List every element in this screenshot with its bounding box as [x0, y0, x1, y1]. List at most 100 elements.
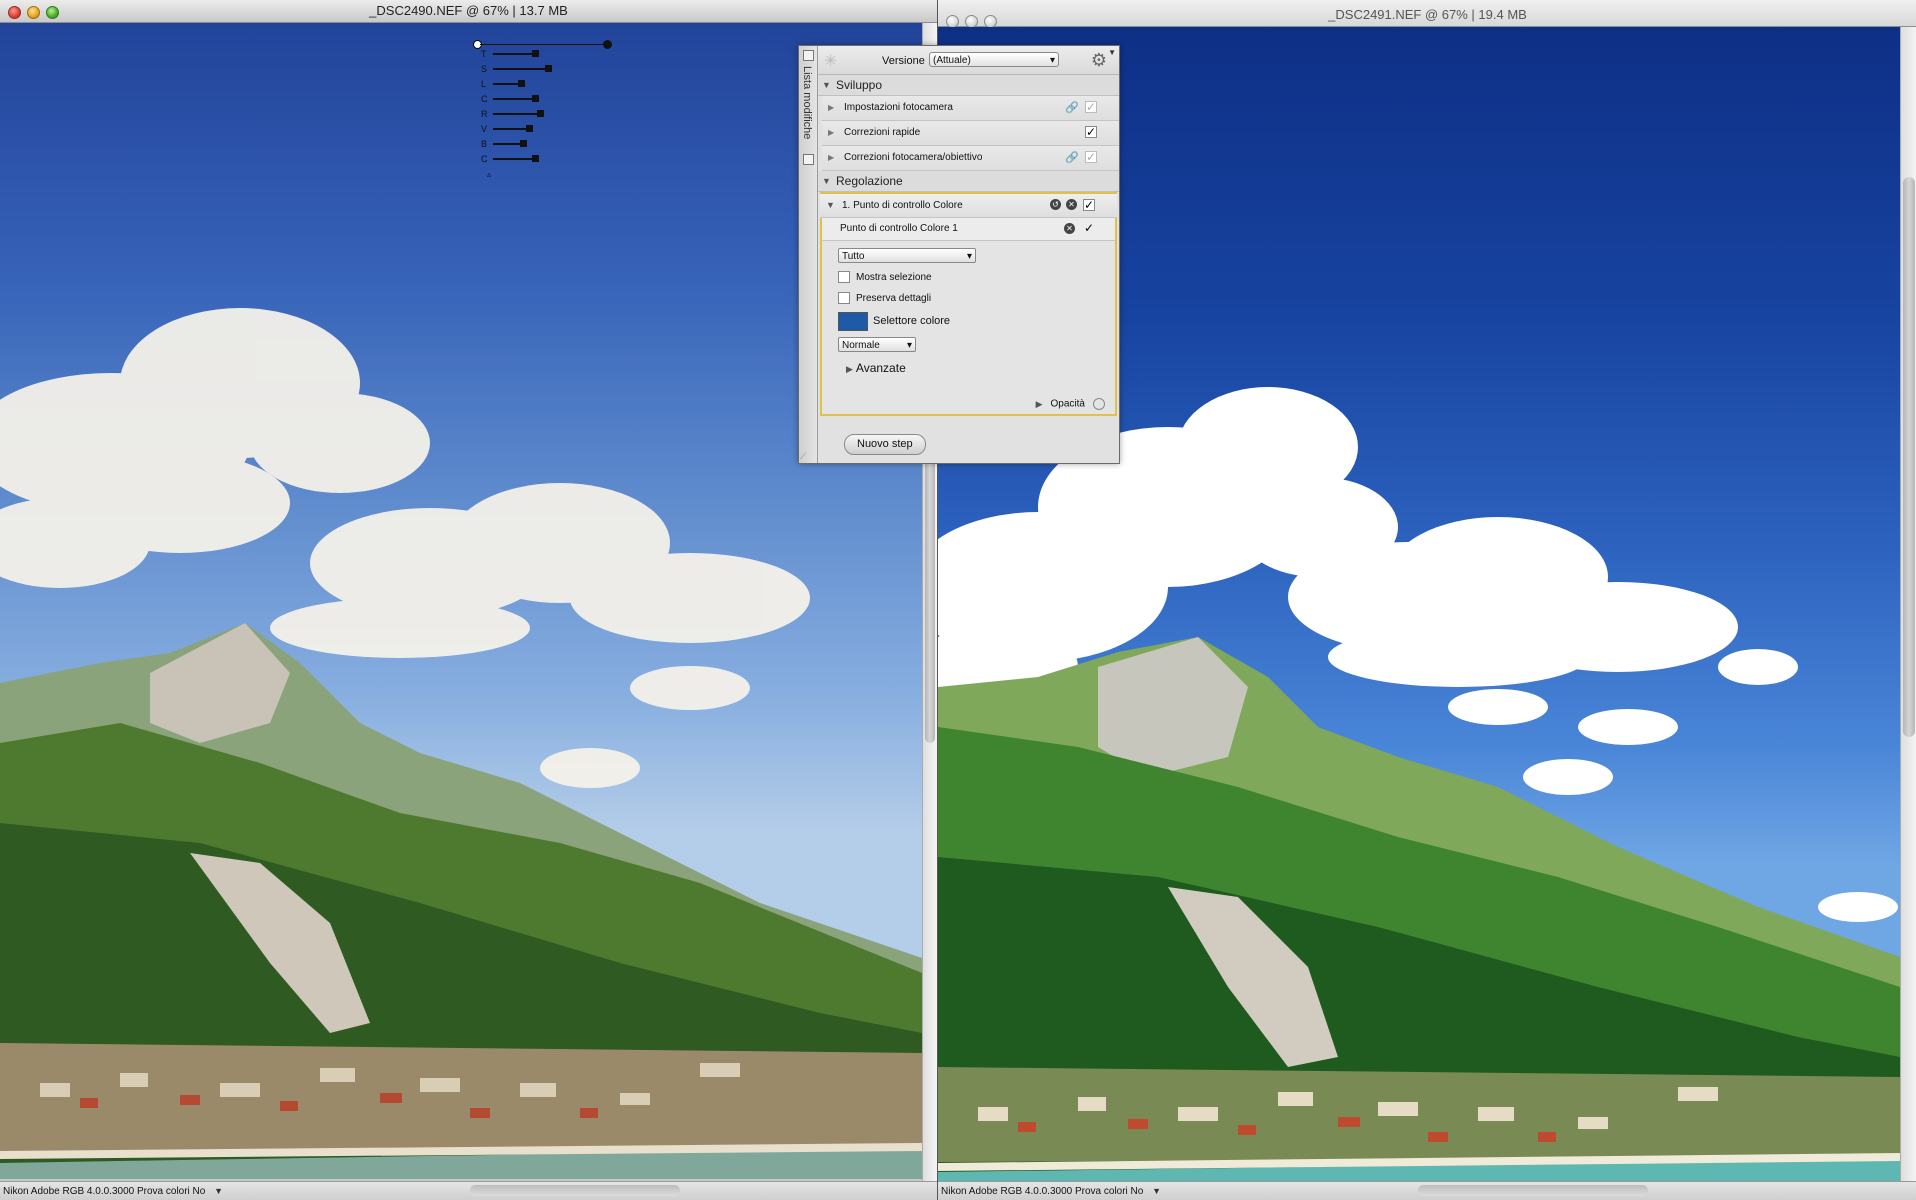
slider-knob[interactable] [532, 155, 539, 162]
delete-icon[interactable]: ✕ [1066, 199, 1077, 210]
color-control-point-title: 1. Punto di controllo Colore [842, 200, 963, 211]
slider-track[interactable] [493, 53, 535, 55]
develop-item-label: Impostazioni fotocamera [844, 102, 953, 113]
slider-knob[interactable] [532, 95, 539, 102]
minimize-button[interactable] [27, 6, 40, 19]
left-title-bar[interactable]: _DSC2490.NEF @ 67% | 13.7 MB [0, 0, 937, 23]
blend-mode-select[interactable]: Normale [838, 337, 916, 353]
palette-collapse-icon[interactable] [803, 50, 814, 61]
preserve-detail-option[interactable]: Preserva dettagli [838, 292, 931, 306]
slider-track[interactable] [493, 143, 523, 145]
gear-menu-arrow-icon[interactable]: ▼ [1108, 48, 1116, 57]
enable-checkbox[interactable]: ✓ [1085, 101, 1097, 113]
new-step-button[interactable]: Nuovo step [844, 434, 926, 455]
advanced-toggle[interactable]: ▶ Avanzate [846, 361, 906, 376]
slider-knob[interactable] [520, 140, 527, 147]
slider-row[interactable]: R [475, 108, 615, 120]
slider-row[interactable]: C [475, 153, 615, 165]
left-horizontal-scroll-thumb[interactable] [470, 1185, 680, 1196]
left-photo[interactable] [0, 23, 922, 1179]
color-control-point-1-row[interactable]: Punto di controllo Colore 1 ✕ ✓ [822, 218, 1115, 241]
slider-row[interactable]: V [475, 123, 615, 135]
version-label: Versione [882, 55, 925, 67]
slider-letter: L [481, 79, 487, 89]
enable-checkbox[interactable]: ✓ [1083, 199, 1095, 211]
color-control-point-header[interactable]: ▼ 1. Punto di controllo Colore ↺ ✕ ✓ [820, 192, 1117, 218]
slider-track[interactable] [493, 158, 535, 160]
slider-letter: S [481, 64, 488, 74]
develop-section-header[interactable]: ▼ Sviluppo [818, 75, 1119, 96]
disclosure-closed-icon[interactable]: ▶ [828, 96, 834, 120]
color-control-point-1-label: Punto di controllo Colore 1 [840, 223, 958, 234]
control-point-sliders[interactable]: TSLCRVBC ▵ [473, 40, 615, 180]
palette-header: ✳ Versione (Attuale) ⚙ ▼ [818, 46, 1119, 75]
color-picker-swatch[interactable] [838, 312, 868, 331]
slider-row[interactable]: T [475, 48, 615, 60]
slider-track[interactable] [493, 98, 535, 100]
palette-side-label: Lista modifiche [801, 66, 813, 140]
preserve-detail-label: Preserva dettagli [856, 293, 932, 304]
slider-row[interactable]: B [475, 138, 615, 150]
opacity-control[interactable]: ▶ Opacità [1036, 398, 1105, 410]
disclosure-open-icon[interactable]: ▼ [822, 171, 831, 191]
left-image-window: _DSC2490.NEF @ 67% | 13.7 MB T S L C R V… [0, 0, 937, 1200]
slider-knob[interactable] [518, 80, 525, 87]
enable-checkbox[interactable]: ✓ [1085, 151, 1097, 163]
zoom-button[interactable] [46, 6, 59, 19]
opacity-dial-icon[interactable] [1093, 398, 1105, 410]
develop-item-camera-lens-corrections[interactable]: ▶ Correzioni fotocamera/obiettivo 🔗 ✓ [822, 146, 1119, 171]
channel-select[interactable]: Tutto [838, 248, 976, 264]
disclosure-open-icon[interactable]: ▼ [822, 75, 831, 95]
show-selection-label: Mostra selezione [856, 272, 932, 283]
right-color-profile: Nikon Adobe RGB 4.0.0.3000 [941, 1186, 1073, 1197]
enable-checkbox[interactable]: ✓ [1085, 126, 1097, 138]
palette-side-strip[interactable]: Lista modifiche [799, 46, 818, 463]
link-icon: 🔗 [1065, 152, 1079, 164]
collapse-sliders-icon[interactable]: ▵ [487, 170, 491, 179]
palette-pin-icon[interactable] [803, 154, 814, 165]
disclosure-closed-icon[interactable]: ▶ [828, 146, 834, 170]
slider-knob[interactable] [526, 125, 533, 132]
version-select[interactable]: (Attuale) [929, 52, 1059, 68]
status-menu-arrow-icon[interactable]: ▼ [214, 1182, 223, 1200]
status-menu-arrow-icon[interactable]: ▼ [1152, 1182, 1161, 1200]
slider-knob[interactable] [532, 50, 539, 57]
develop-item-camera-settings[interactable]: ▶ Impostazioni fotocamera 🔗 ✓ [822, 96, 1119, 121]
enable-checkbox[interactable]: ✓ [1083, 222, 1095, 235]
resize-grip-icon[interactable]: ⟋ [800, 451, 806, 462]
color-control-point-step: ▼ 1. Punto di controllo Colore ↺ ✕ ✓ Pun… [820, 192, 1117, 416]
link-icon: 🔗 [1065, 102, 1079, 114]
show-selection-checkbox[interactable] [838, 271, 850, 284]
show-selection-option[interactable]: Mostra selezione [838, 271, 932, 285]
gear-icon[interactable]: ⚙ [1091, 50, 1107, 71]
preserve-detail-checkbox[interactable] [838, 292, 850, 305]
disclosure-closed-icon[interactable]: ▶ [846, 364, 853, 374]
right-softproof-status: Prova colori No [1074, 1186, 1144, 1197]
disclosure-closed-icon[interactable]: ▶ [1036, 399, 1043, 409]
right-title-bar[interactable]: _DSC2491.NEF @ 67% | 19.4 MB [938, 0, 1916, 28]
blend-mode-value: Normale [842, 340, 880, 351]
slider-track[interactable] [493, 83, 521, 85]
close-button[interactable] [8, 6, 21, 19]
reset-icon[interactable]: ↺ [1050, 199, 1061, 210]
slider-track[interactable] [493, 68, 548, 70]
right-horizontal-scroll-thumb[interactable] [1418, 1185, 1648, 1196]
right-vertical-scrollbar[interactable] [1900, 27, 1916, 1182]
disclosure-closed-icon[interactable]: ▶ [828, 121, 834, 145]
slider-row[interactable]: S [475, 63, 615, 75]
slider-letter: B [481, 139, 488, 149]
delete-icon[interactable]: ✕ [1064, 223, 1075, 234]
slider-track[interactable] [493, 128, 529, 130]
sparkle-icon: ✳ [824, 53, 838, 70]
slider-row[interactable]: C [475, 93, 615, 105]
right-window-title: _DSC2491.NEF @ 67% | 19.4 MB [1328, 7, 1527, 22]
slider-knob[interactable] [545, 65, 552, 72]
slider-row[interactable]: L [475, 78, 615, 90]
right-vertical-scroll-thumb[interactable] [1903, 177, 1915, 737]
slider-knob[interactable] [537, 110, 544, 117]
disclosure-open-icon[interactable]: ▼ [826, 194, 835, 217]
slider-track[interactable] [493, 113, 540, 115]
adjust-section-header[interactable]: ▼ Regolazione [818, 171, 1119, 192]
develop-rows: ▶ Impostazioni fotocamera 🔗 ✓ ▶ Correzio… [818, 96, 1119, 171]
develop-item-quick-fix[interactable]: ▶ Correzioni rapide ✓ [822, 121, 1119, 146]
